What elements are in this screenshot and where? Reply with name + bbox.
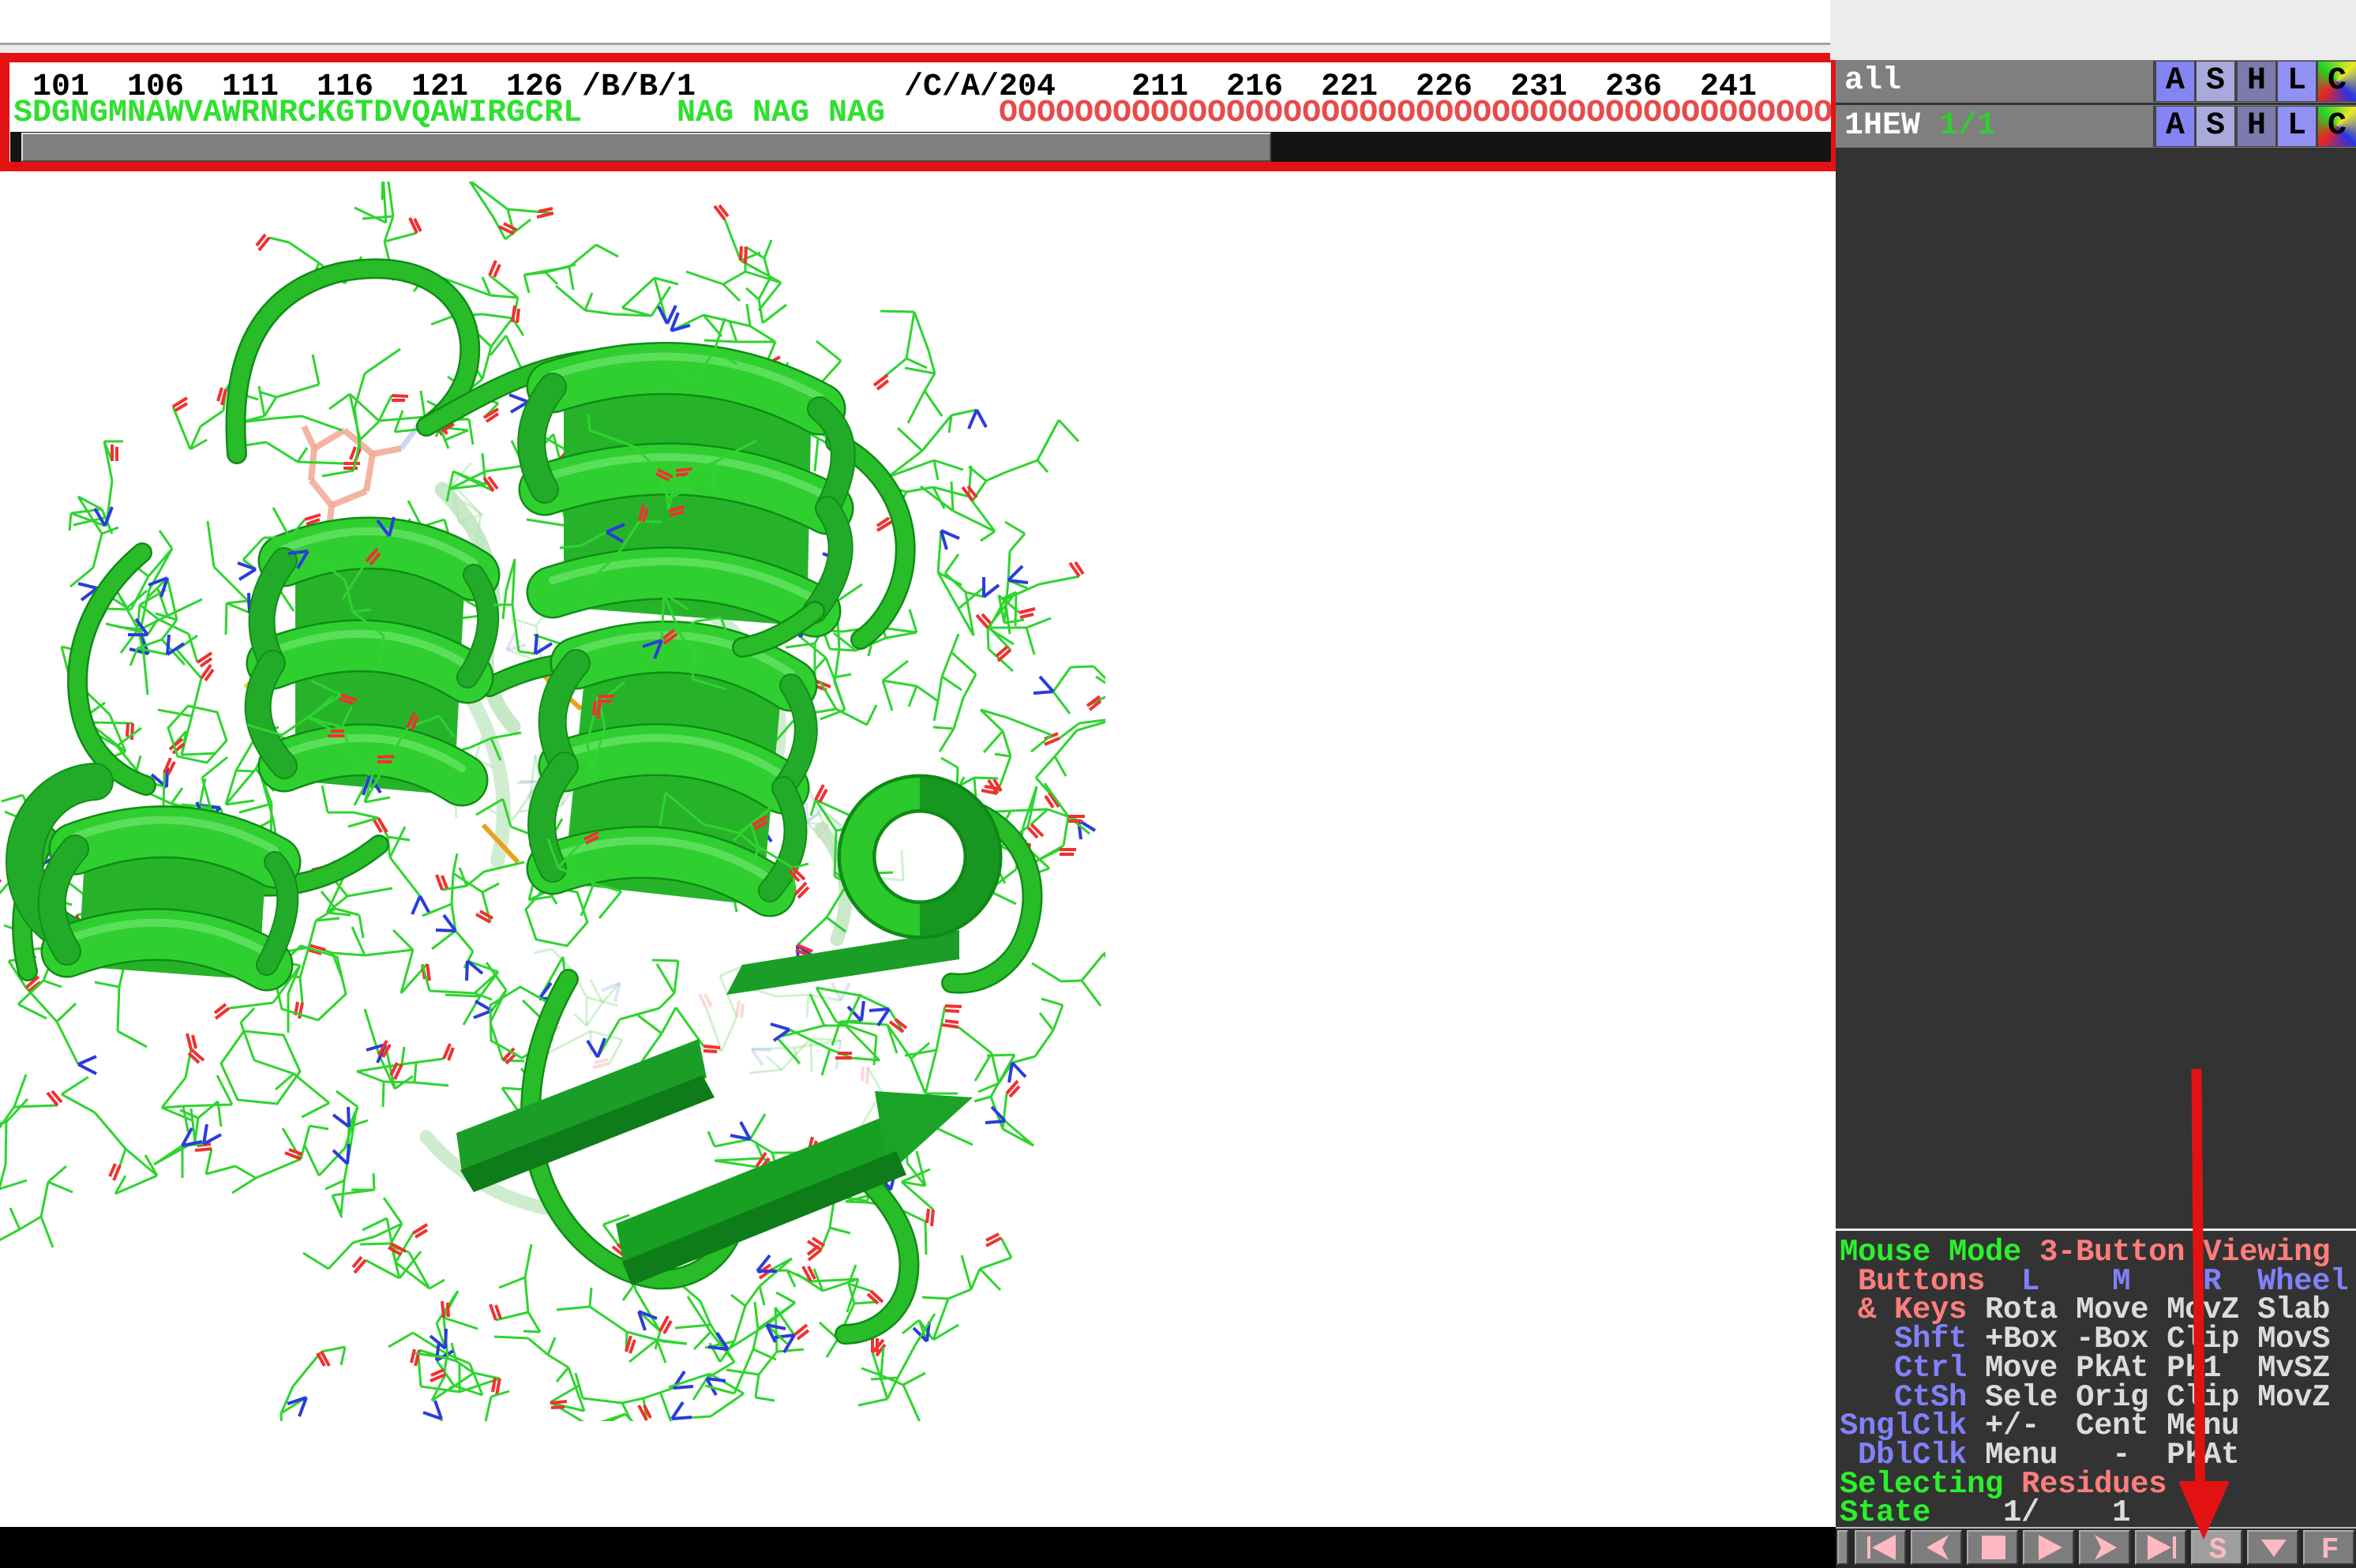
svg-text:F: F xyxy=(2321,1533,2339,1563)
